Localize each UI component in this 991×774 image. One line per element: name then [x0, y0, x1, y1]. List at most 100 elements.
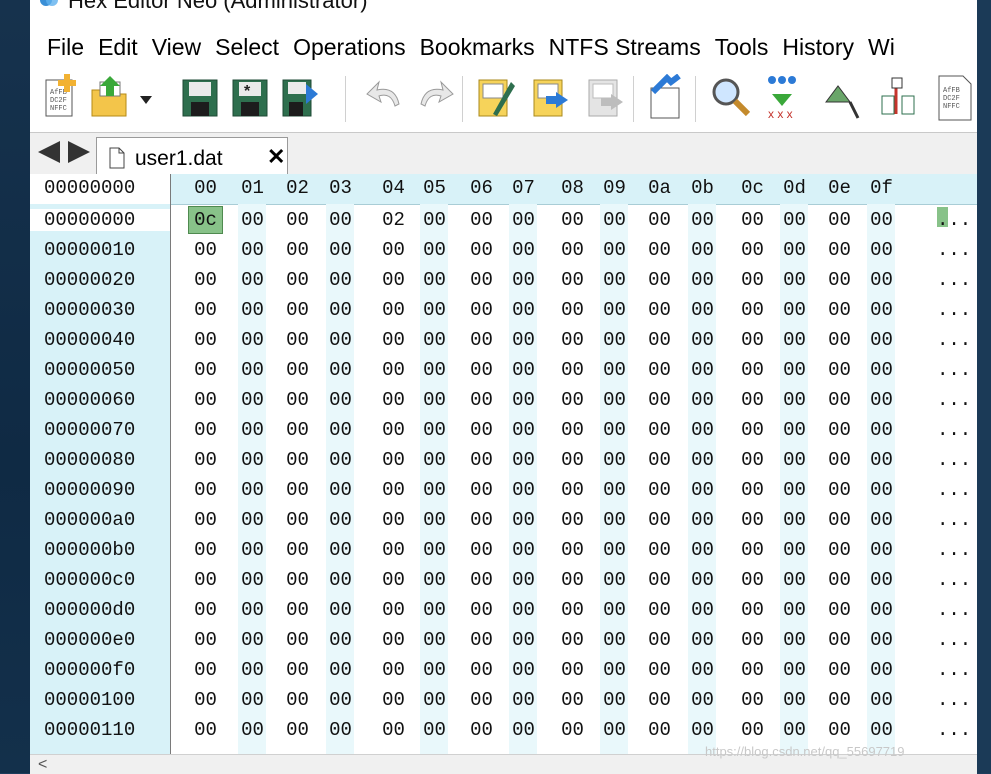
open-file-button[interactable]	[90, 74, 130, 122]
byte-cell[interactable]: 00	[280, 599, 315, 621]
byte-cell[interactable]: 00	[822, 239, 857, 261]
tab-user1-dat[interactable]: user1.dat ✕	[96, 137, 288, 174]
byte-cell[interactable]: 00	[685, 719, 720, 741]
byte-cell[interactable]: 00	[685, 479, 720, 501]
byte-cell[interactable]: 00	[597, 539, 632, 561]
save-all-button[interactable]	[280, 74, 320, 122]
byte-cell[interactable]: 00	[506, 689, 541, 711]
menu-select[interactable]: Select	[215, 28, 279, 66]
byte-cell[interactable]: 00	[735, 599, 770, 621]
byte-cell[interactable]: 00	[464, 629, 499, 651]
byte-cell[interactable]: 00	[864, 629, 899, 651]
byte-cell[interactable]: 00	[822, 359, 857, 381]
byte-cell[interactable]: 00	[555, 539, 590, 561]
byte-cell[interactable]: 00	[188, 449, 223, 471]
menu-bookmarks[interactable]: Bookmarks	[420, 28, 535, 66]
byte-cell[interactable]: 00	[188, 299, 223, 321]
byte-cell[interactable]: 00	[597, 449, 632, 471]
byte-cell[interactable]: 00	[555, 359, 590, 381]
byte-cell[interactable]: 00	[777, 329, 812, 351]
byte-cell[interactable]: 00	[777, 689, 812, 711]
byte-cell[interactable]: 00	[376, 239, 411, 261]
byte-cell[interactable]: 00	[417, 509, 452, 531]
byte-cell[interactable]: 00	[822, 299, 857, 321]
byte-cell[interactable]: 00	[323, 389, 358, 411]
byte-cell[interactable]: 00	[555, 629, 590, 651]
byte-cell[interactable]: 00	[642, 299, 677, 321]
byte-cell[interactable]: 00	[464, 449, 499, 471]
tab-nav-arrows-icon[interactable]	[36, 139, 92, 165]
byte-cell[interactable]: 00	[506, 389, 541, 411]
byte-cell[interactable]: 00	[555, 209, 590, 231]
byte-cell[interactable]: 00	[376, 509, 411, 531]
byte-cell[interactable]: 00	[597, 659, 632, 681]
byte-cell[interactable]: 00	[235, 449, 270, 471]
byte-cell[interactable]: 00	[417, 389, 452, 411]
byte-cell[interactable]: 00	[822, 269, 857, 291]
byte-cell[interactable]: 00	[417, 599, 452, 621]
ascii-text[interactable]: ...	[937, 209, 971, 231]
byte-cell[interactable]: 00	[464, 389, 499, 411]
byte-cell[interactable]: 00	[822, 449, 857, 471]
byte-cell[interactable]: 00	[642, 629, 677, 651]
byte-cell[interactable]: 00	[822, 329, 857, 351]
byte-cell[interactable]: 00	[376, 659, 411, 681]
byte-cell[interactable]: 00	[555, 419, 590, 441]
byte-cell[interactable]: 00	[685, 269, 720, 291]
byte-cell[interactable]: 00	[235, 299, 270, 321]
byte-cell[interactable]: 00	[864, 209, 899, 231]
byte-cell[interactable]: 00	[597, 299, 632, 321]
byte-cell[interactable]: 00	[280, 689, 315, 711]
byte-cell[interactable]: 00	[597, 689, 632, 711]
byte-cell[interactable]: 00	[597, 359, 632, 381]
byte-cell[interactable]: 00	[555, 719, 590, 741]
byte-cell[interactable]: 00	[685, 239, 720, 261]
ascii-text[interactable]: ...	[937, 509, 971, 531]
byte-cell[interactable]: 00	[822, 569, 857, 591]
byte-cell[interactable]: 00	[323, 419, 358, 441]
byte-cell[interactable]: 00	[777, 269, 812, 291]
document-button[interactable]: AfFB DC2F NFFC	[935, 74, 975, 122]
byte-cell[interactable]: 00	[188, 569, 223, 591]
byte-cell[interactable]: 00	[597, 509, 632, 531]
byte-cell[interactable]: 00	[822, 539, 857, 561]
scroll-left-arrow[interactable]: <	[38, 756, 47, 774]
byte-cell[interactable]: 00	[188, 719, 223, 741]
byte-cell[interactable]: 00	[417, 299, 452, 321]
byte-cell[interactable]: 00	[735, 539, 770, 561]
byte-cell[interactable]: 00	[280, 629, 315, 651]
byte-cell[interactable]: 00	[735, 419, 770, 441]
ascii-text[interactable]: ...	[937, 539, 971, 561]
byte-cell[interactable]: 00	[323, 359, 358, 381]
byte-cell[interactable]: 00	[597, 629, 632, 651]
byte-cell[interactable]: 00	[685, 419, 720, 441]
byte-cell[interactable]: 00	[735, 689, 770, 711]
byte-cell[interactable]: 00	[506, 449, 541, 471]
open-dropdown-button[interactable]	[138, 74, 154, 122]
byte-cell[interactable]: 00	[280, 299, 315, 321]
byte-cell[interactable]: 00	[777, 299, 812, 321]
byte-cell[interactable]: 00	[777, 599, 812, 621]
byte-cell[interactable]: 00	[864, 449, 899, 471]
byte-cell[interactable]: 00	[735, 329, 770, 351]
byte-cell[interactable]: 00	[864, 539, 899, 561]
byte-cell[interactable]: 00	[417, 329, 452, 351]
byte-cell[interactable]: 00	[642, 479, 677, 501]
byte-cell[interactable]: 00	[323, 539, 358, 561]
byte-cell[interactable]: 00	[864, 719, 899, 741]
byte-cell[interactable]: 00	[685, 689, 720, 711]
edit-clipboard-button[interactable]	[475, 74, 515, 122]
byte-cell[interactable]: 00	[642, 359, 677, 381]
ascii-text[interactable]: ...	[937, 479, 971, 501]
byte-cell[interactable]: 00	[417, 449, 452, 471]
byte-cell[interactable]: 00	[597, 719, 632, 741]
byte-cell[interactable]: 00	[464, 539, 499, 561]
byte-cell[interactable]: 00	[864, 329, 899, 351]
byte-cell[interactable]: 00	[188, 419, 223, 441]
menu-ntfs-streams[interactable]: NTFS Streams	[549, 28, 701, 66]
byte-cell[interactable]: 00	[323, 569, 358, 591]
byte-cell[interactable]: 00	[685, 209, 720, 231]
byte-cell[interactable]: 00	[235, 629, 270, 651]
byte-cell[interactable]: 00	[864, 239, 899, 261]
byte-cell[interactable]: 00	[864, 689, 899, 711]
